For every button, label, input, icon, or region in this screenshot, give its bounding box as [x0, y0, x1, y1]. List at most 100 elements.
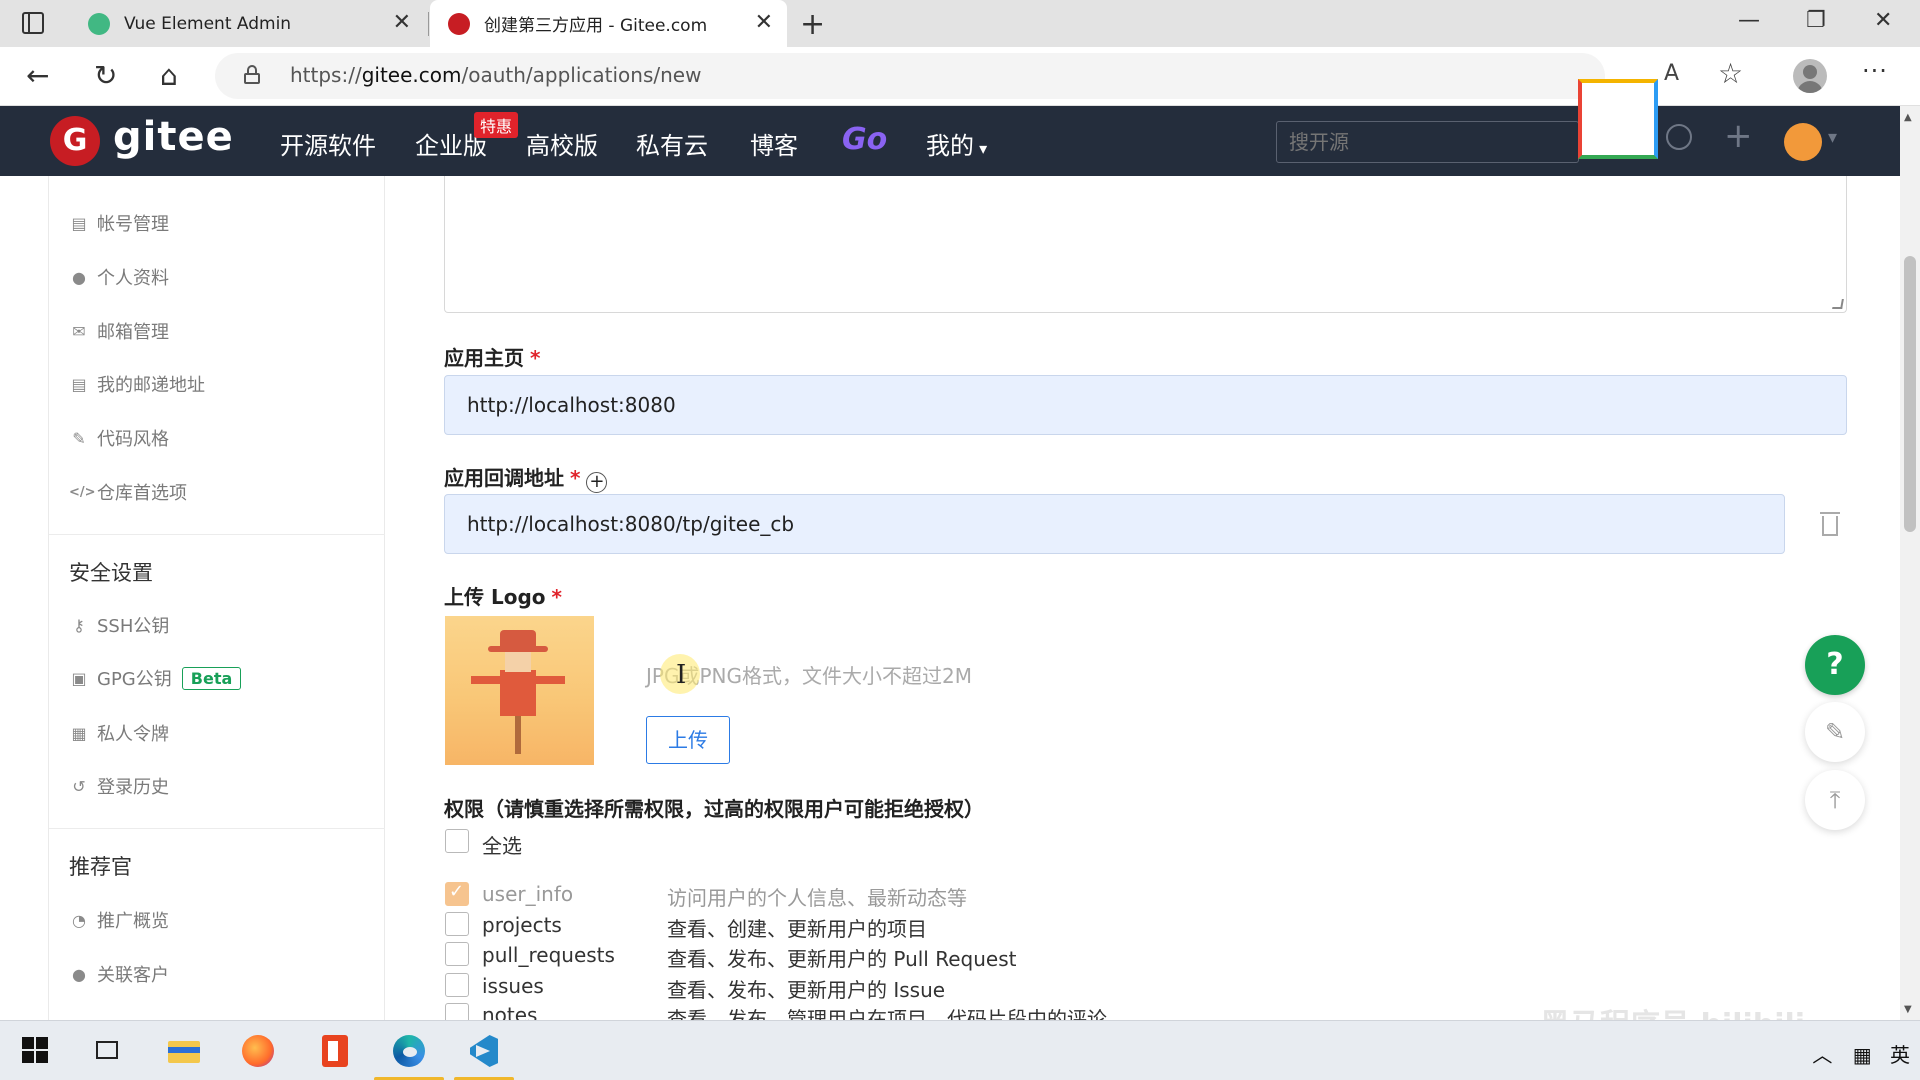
sidebar-item-profile[interactable]: ● 个人资料 — [69, 264, 169, 290]
tab-title: Vue Element Admin — [124, 13, 292, 34]
tray-chevron-icon[interactable]: ︿ — [1812, 1043, 1832, 1067]
sidebar-item-label: 私人令牌 — [97, 724, 169, 745]
trash-icon[interactable] — [1820, 512, 1840, 536]
plus-icon[interactable]: + — [1724, 116, 1753, 156]
back-icon[interactable]: ← — [26, 59, 49, 92]
minimize-button[interactable]: — — [1738, 8, 1760, 33]
scope-desc: 查看、发布、更新用户的 Pull Request — [667, 947, 1017, 971]
lock-icon[interactable] — [244, 65, 260, 84]
sidebar-item-linked-clients[interactable]: ● 关联客户 — [69, 961, 169, 987]
feedback-button[interactable]: ✎ — [1805, 702, 1865, 762]
scope-checkbox-issues[interactable] — [445, 973, 469, 997]
scrollbar-thumb[interactable] — [1904, 256, 1916, 532]
scope-name: pull_requests — [482, 943, 615, 967]
description-textarea[interactable] — [444, 176, 1847, 313]
firefox-icon[interactable] — [238, 1031, 278, 1071]
home-icon[interactable]: ⌂ — [160, 59, 178, 92]
sidebar-item-address[interactable]: ▤ 我的邮递地址 — [69, 371, 205, 397]
close-tab-icon[interactable]: ✕ — [393, 12, 411, 34]
sidebar-heading-referral: 推荐官 — [69, 855, 132, 879]
scope-checkbox-projects[interactable] — [445, 912, 469, 936]
windows-start-icon[interactable] — [16, 1031, 56, 1071]
logo-label: 上传 Logo * — [444, 581, 562, 610]
nav-go[interactable]: Go — [842, 122, 887, 157]
search-input[interactable] — [1289, 130, 1569, 154]
system-tray[interactable]: ︿ ▦ 英 — [1812, 1039, 1910, 1068]
gitee-logo-icon[interactable]: G — [50, 116, 100, 166]
scope-desc: 访问用户的个人信息、最新动态等 — [667, 886, 967, 910]
url-text[interactable]: https://gitee.com/oauth/applications/new — [290, 63, 701, 87]
nav-education[interactable]: 高校版 — [526, 126, 598, 161]
required-mark: * — [570, 466, 581, 490]
back-to-top-button[interactable]: ⤒ — [1805, 770, 1865, 830]
edge-icon[interactable] — [389, 1031, 429, 1071]
sidebar-item-email[interactable]: ✉ 邮箱管理 — [69, 318, 169, 344]
profile-icon[interactable] — [1793, 59, 1827, 93]
ime-grid-icon[interactable]: ▦ — [1853, 1043, 1872, 1067]
windows-taskbar: ︿ ▦ 英 — [0, 1020, 1920, 1080]
sidebar-item-label: 登录历史 — [97, 777, 169, 798]
sidebar-item-login-history[interactable]: ↺ 登录历史 — [69, 773, 169, 799]
read-aloud-icon[interactable]: A — [1664, 61, 1679, 86]
file-explorer-icon[interactable] — [164, 1031, 204, 1071]
window-close-button[interactable]: ✕ — [1874, 8, 1892, 33]
address-card-icon: ▤ — [71, 374, 87, 394]
select-all-label[interactable]: 全选 — [482, 830, 522, 859]
select-all-checkbox[interactable] — [445, 829, 469, 853]
user-avatar[interactable] — [1784, 123, 1837, 161]
resize-handle-icon[interactable] — [1832, 299, 1844, 309]
nav-private-cloud[interactable]: 私有云 — [636, 126, 708, 161]
gitee-favicon-icon — [448, 12, 470, 35]
nav-blog[interactable]: 博客 — [750, 126, 798, 161]
page-scrollbar[interactable] — [1900, 106, 1920, 1020]
favorites-icon[interactable]: ☆ — [1718, 57, 1743, 90]
sidebar-item-label: 邮箱管理 — [97, 322, 169, 343]
callback-label-text: 应用回调地址 — [444, 466, 564, 490]
sidebar-item-gpg-keys[interactable]: ▣ GPG公钥 Beta — [69, 665, 242, 691]
sidebar-item-code-style[interactable]: ✎ 代码风格 — [69, 425, 169, 451]
callback-field[interactable]: http://localhost:8080/tp/gitee_cb — [444, 494, 1785, 554]
mail-icon: ✉ — [72, 321, 86, 341]
sidebar-item-label: 推广概览 — [97, 911, 169, 932]
scroll-down-arrow-icon[interactable]: ▼ — [1904, 1004, 1912, 1015]
scroll-up-arrow-icon[interactable]: ▲ — [1904, 112, 1912, 123]
tab-gitee-create-app[interactable]: 创建第三方应用 - Gitee.com ✕ — [430, 0, 787, 47]
help-button[interactable]: ? — [1805, 635, 1865, 695]
vscode-icon[interactable] — [464, 1031, 504, 1071]
ime-language-indicator[interactable]: 英 — [1890, 1043, 1910, 1067]
sidebar-item-ssh-keys[interactable]: ⚷ SSH公钥 — [69, 612, 169, 638]
url-prefix: https:// — [290, 63, 362, 87]
tab-vue-element-admin[interactable]: Vue Element Admin ✕ — [70, 0, 425, 47]
new-tab-button[interactable]: + — [800, 7, 825, 42]
sidebar-item-promo-overview[interactable]: ◔ 推广概览 — [69, 907, 169, 933]
task-view-icon[interactable] — [88, 1031, 128, 1071]
more-icon[interactable]: ··· — [1862, 57, 1888, 85]
add-callback-icon[interactable]: + — [586, 472, 608, 493]
required-mark: * — [530, 346, 541, 370]
gitee-brand[interactable]: gitee — [113, 114, 234, 160]
nav-mine[interactable]: 我的 ▾ — [926, 126, 987, 161]
sidebar-item-label: GPG公钥 — [97, 669, 172, 690]
sidebar-item-account[interactable]: ▤ 帐号管理 — [69, 210, 169, 236]
vue-favicon-icon — [88, 12, 110, 35]
reload-icon[interactable]: ↻ — [94, 59, 117, 92]
restore-button[interactable]: ❐ — [1806, 8, 1826, 33]
sidebar-item-repo-prefs[interactable]: </> 仓库首选项 — [69, 479, 187, 505]
homepage-field[interactable]: http://localhost:8080 — [444, 375, 1847, 435]
office-icon[interactable] — [314, 1031, 354, 1071]
scope-checkbox-user-info[interactable] — [445, 881, 469, 906]
token-icon: ▦ — [71, 723, 87, 743]
scope-checkbox-pull-requests[interactable] — [445, 942, 469, 966]
lightbulb-icon[interactable] — [1666, 124, 1692, 150]
scope-name: user_info — [482, 882, 574, 906]
vertical-tabs-icon[interactable] — [22, 12, 44, 34]
search-box[interactable] — [1276, 121, 1579, 163]
sidebar-item-label: 个人资料 — [97, 268, 169, 289]
url-path: /oauth/applications/new — [461, 63, 702, 87]
sidebar-item-label: 我的邮递地址 — [97, 375, 205, 396]
upload-button[interactable]: 上传 — [646, 716, 730, 764]
nav-open-source[interactable]: 开源软件 — [280, 126, 376, 161]
sidebar-item-tokens[interactable]: ▦ 私人令牌 — [69, 720, 169, 746]
scope-desc: 查看、创建、更新用户的项目 — [667, 917, 927, 941]
close-tab-icon[interactable]: ✕ — [755, 12, 773, 34]
